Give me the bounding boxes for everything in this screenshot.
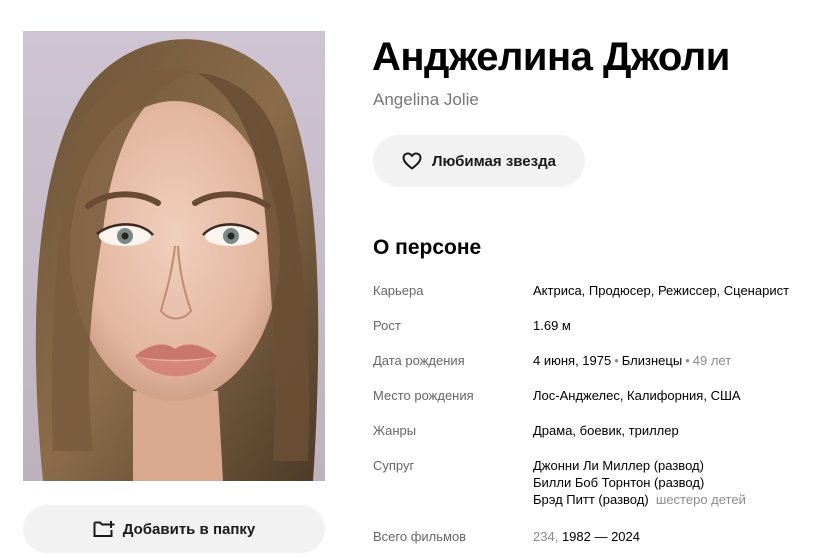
career-label: Карьера [373, 283, 424, 298]
person-page: Добавить в папку Анджелина Джоли Angelin… [0, 0, 821, 558]
films-total-label: Всего фильмов [373, 529, 467, 544]
age-value: 49 лет [692, 353, 732, 368]
career-value: Актриса, Продюсер, Режиссер, Сценарист [533, 283, 790, 298]
zodiac-link[interactable]: Близнецы [622, 353, 682, 368]
spouse-children-note: шестеро детей [655, 492, 746, 507]
genres-label: Жанры [373, 423, 417, 438]
spouse-item[interactable]: Джонни Ли Миллер (развод) [533, 457, 746, 474]
films-total-value: 234, 1982 — 2024 [533, 528, 640, 545]
person-original-name: Angelina Jolie [373, 90, 479, 109]
spouse-item[interactable]: Билли Боб Торнтон (развод) [533, 474, 746, 491]
spouse-label: Супруг [373, 458, 415, 473]
birth-date-value: 4 июня, 1975 • Близнецы • 49 лет [533, 352, 731, 369]
birth-place-value[interactable]: Лос-Анджелес, Калифорния, США [533, 387, 741, 404]
genres-value[interactable]: Драма, боевик, триллер [533, 422, 679, 439]
height-value: 1.69 м [533, 318, 571, 333]
spouse-item[interactable]: Брэд Питт (развод) шестеро детей [533, 491, 746, 508]
heart-outline-icon [402, 152, 422, 170]
add-to-folder-label: Добавить в папку [122, 520, 256, 538]
height-label: Рост [373, 318, 401, 333]
separator-dot: • [685, 353, 690, 368]
person-name: Анджелина Джоли [372, 35, 730, 79]
favorite-star-label: Любимая звезда [432, 152, 556, 170]
person-photo [23, 31, 325, 481]
about-section-title: О персоне [373, 236, 482, 259]
favorite-star-button[interactable]: Любимая звезда [373, 135, 585, 187]
add-to-folder-button[interactable]: Добавить в папку [23, 505, 325, 553]
birth-date-link[interactable]: 4 июня, 1975 [533, 353, 611, 368]
separator-dot: • [614, 353, 619, 368]
spouse-list: Джонни Ли Миллер (развод) Билли Боб Торн… [533, 457, 746, 508]
films-years: 1982 — 2024 [561, 529, 641, 544]
folder-plus-icon [93, 520, 115, 538]
birth-date-label: Дата рождения [373, 353, 465, 368]
films-count[interactable]: 234, [533, 529, 558, 544]
birth-place-label: Место рождения [373, 388, 474, 403]
